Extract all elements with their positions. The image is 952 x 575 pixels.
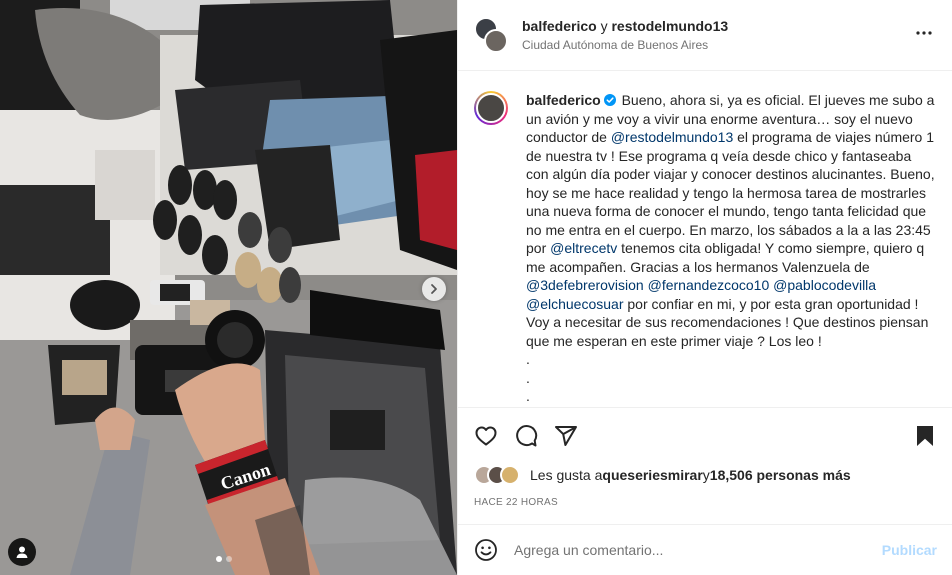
collab-username[interactable]: restodelmundo13 [611,18,728,34]
avatar[interactable] [484,29,508,53]
carousel-dot-active [216,556,222,562]
caption-dot: . [526,369,530,386]
author-username[interactable]: balfederico [522,18,597,34]
liker-username[interactable]: queseriesmirar [602,467,702,483]
likes-summary: Les gusta a queseriesmirar y 18,506 pers… [474,465,937,485]
post-image: Canon [0,0,457,575]
bookmark-icon[interactable] [913,424,937,448]
action-icons [474,424,937,448]
post-author-info: balfederico y restodelmundo13 Ciudad Aut… [522,18,912,52]
share-icon[interactable] [554,424,578,448]
mention-link[interactable]: @elchuecosuar [526,296,624,312]
caption-text: balfederico Bueno, ahora si, ya es ofici… [526,91,936,407]
publish-button[interactable]: Publicar [882,542,937,558]
likes-prefix: Les gusta a [530,467,603,483]
chevron-right-icon [431,284,437,294]
caption-username[interactable]: balfederico [526,92,601,108]
caption-section: balfederico Bueno, ahora si, ya es ofici… [458,71,952,407]
author-line: balfederico y restodelmundo13 [522,18,912,34]
liker-avatars[interactable] [474,465,522,485]
carousel-dot [226,556,232,562]
caption-avatar[interactable] [474,91,508,125]
avatar [500,465,520,485]
likes-count[interactable]: 18,506 personas más [710,467,851,483]
post-location[interactable]: Ciudad Autónoma de Buenos Aires [522,38,912,52]
carousel-indicator [216,556,232,562]
tagged-users-button[interactable] [8,538,36,566]
heart-icon[interactable] [474,424,498,448]
author-connector: y [600,18,608,34]
post-timestamp[interactable]: HACE 22 HORAS [474,497,937,508]
post-dialog: Canon balfederico y restodelmundo13 Ciud… [0,0,952,575]
verified-badge-icon [603,94,616,106]
post-details-panel: balfederico y restodelmundo13 Ciudad Aut… [457,0,952,575]
more-options-button[interactable] [912,21,936,50]
caption-body: el programa de viajes número 1 de nuestr… [526,129,935,256]
comment-bar: Publicar [458,524,952,575]
avatar [476,93,506,123]
more-horizontal-icon [916,30,932,35]
collab-avatars[interactable] [474,17,508,53]
mention-link[interactable]: @restodelmundo13 [611,129,733,145]
emoji-icon[interactable] [474,538,498,562]
post-header: balfederico y restodelmundo13 Ciudad Aut… [458,0,952,71]
carousel-next-button[interactable] [422,277,446,301]
caption-dot: . [526,388,530,404]
post-photo[interactable]: Canon [0,0,457,575]
post-actions: Les gusta a queseriesmirar y 18,506 pers… [458,407,952,508]
mention-link[interactable]: @fernandezcoco10 [648,277,770,293]
comment-input[interactable] [514,542,882,558]
mention-link[interactable]: @pablocodevilla [773,277,876,293]
mention-link[interactable]: @3defebrerovision [526,277,644,293]
caption-dot: . [526,351,530,367]
mention-link[interactable]: @eltrecetv [550,240,617,256]
user-tag-icon [16,546,28,558]
likes-connector: y [702,467,710,483]
comment-icon[interactable] [514,424,538,448]
